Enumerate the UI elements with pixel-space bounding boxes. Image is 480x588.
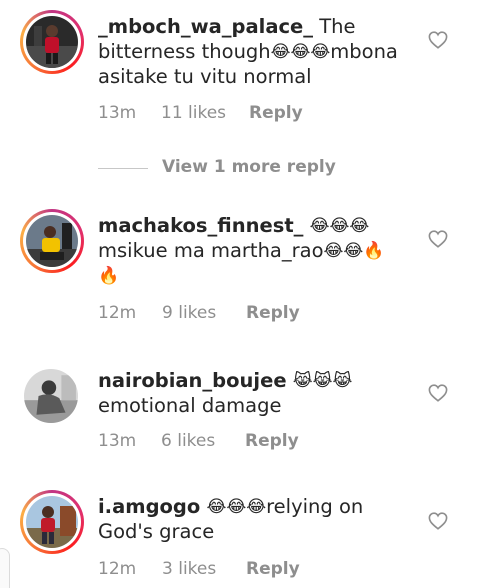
laughing-emoji: 😂😂😂	[270, 42, 331, 62]
comment-time: 12m	[98, 559, 137, 579]
comment-body: machakos_finnest_ 😂😂😂 msikue ma martha_r…	[98, 213, 418, 288]
likes-count[interactable]: 11 likes	[161, 103, 226, 123]
comment-time: 12m	[98, 303, 137, 323]
view-more-replies-label[interactable]: View 1 more reply	[162, 157, 336, 177]
comment-time: 13m	[98, 431, 137, 451]
cat-joy-emoji: 😹😹😹	[292, 371, 353, 391]
likes-count[interactable]: 9 likes	[162, 303, 216, 323]
laughing-emoji: 😂😂😂	[309, 216, 370, 236]
heart-outline-icon[interactable]	[428, 512, 448, 530]
avatar-photo	[24, 369, 78, 423]
comment-username[interactable]: machakos_finnest_	[98, 214, 303, 237]
avatar[interactable]	[20, 10, 84, 74]
comments-feed: _mboch_wa_palace_ The bitterness though😂…	[0, 0, 480, 588]
avatar[interactable]	[20, 490, 84, 554]
comment-body: _mboch_wa_palace_ The bitterness though😂…	[98, 14, 418, 89]
fire-emoji: 🔥	[98, 266, 120, 286]
comment-body: i.amgogo 😂😂😂relying on God's grace	[98, 494, 418, 544]
overlay-edge	[0, 548, 10, 588]
heart-outline-icon[interactable]	[428, 230, 448, 248]
view-more-replies[interactable]: View 1 more reply	[98, 157, 378, 179]
reply-button[interactable]: Reply	[245, 431, 299, 451]
avatar-photo	[26, 16, 78, 68]
avatar[interactable]	[24, 369, 78, 423]
comment-username[interactable]: i.amgogo	[98, 495, 200, 518]
comment-body: nairobian_boujee 😹😹😹 emotional damage	[98, 368, 418, 418]
comment-text: msikue ma martha_rao	[98, 239, 324, 262]
laughing-fire-emoji: 😂😂🔥	[323, 241, 385, 261]
avatar-photo	[26, 215, 78, 267]
avatar-photo	[26, 496, 78, 548]
comment-username[interactable]: _mboch_wa_palace_	[98, 15, 313, 38]
comment-username[interactable]: nairobian_boujee	[98, 369, 287, 392]
comment-text: emotional damage	[98, 394, 282, 417]
comment-time: 13m	[98, 103, 137, 123]
heart-outline-icon[interactable]	[428, 31, 448, 49]
laughing-emoji: 😂😂😂	[206, 497, 267, 517]
divider	[98, 168, 148, 169]
heart-outline-icon[interactable]	[428, 384, 448, 402]
reply-button[interactable]: Reply	[249, 103, 303, 123]
avatar[interactable]	[20, 209, 84, 273]
likes-count[interactable]: 3 likes	[162, 559, 216, 579]
reply-button[interactable]: Reply	[246, 303, 300, 323]
reply-button[interactable]: Reply	[246, 559, 300, 579]
likes-count[interactable]: 6 likes	[161, 431, 215, 451]
